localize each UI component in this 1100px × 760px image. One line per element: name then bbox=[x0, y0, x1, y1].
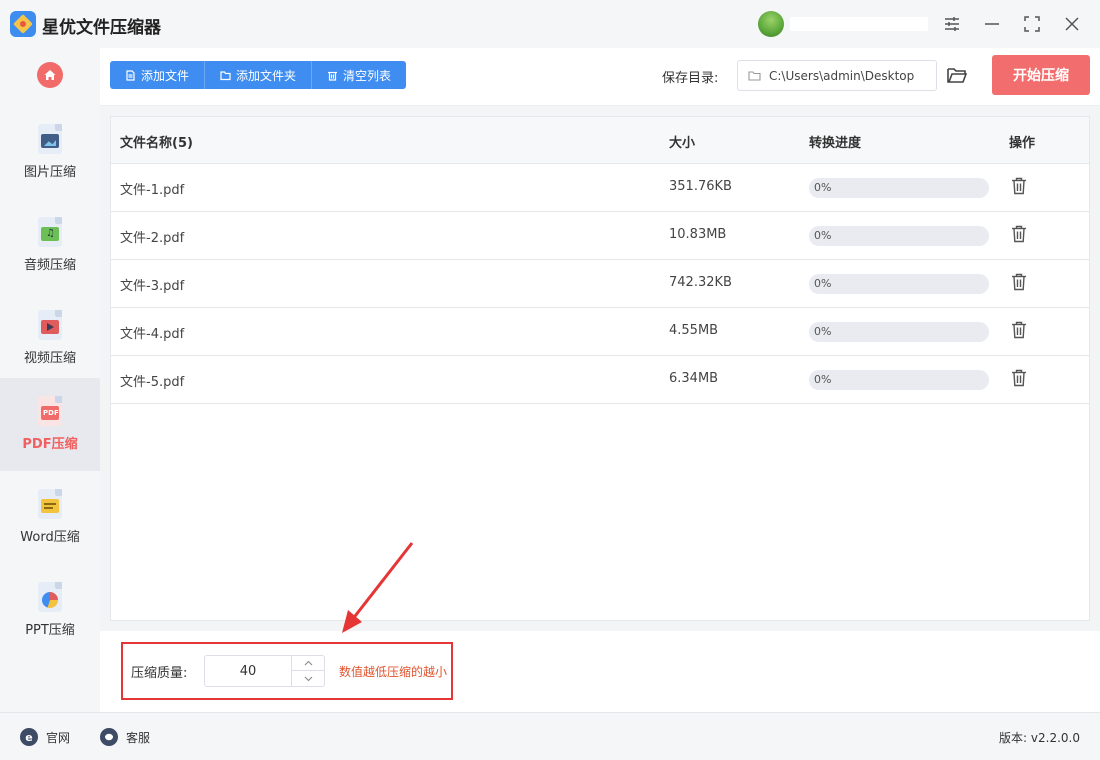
delete-icon[interactable] bbox=[1009, 176, 1029, 196]
user-avatar[interactable] bbox=[758, 11, 784, 37]
table-row[interactable]: 文件-5.pdf 6.34MB 0% bbox=[111, 356, 1089, 404]
table-row[interactable]: 文件-2.pdf 10.83MB 0% bbox=[111, 212, 1089, 260]
settings-icon[interactable] bbox=[940, 12, 964, 36]
title-bar: 星优文件压缩器 bbox=[0, 0, 1100, 48]
header-action: 操作 bbox=[1009, 136, 1036, 151]
file-name: 文件-4.pdf bbox=[120, 327, 185, 342]
annotation-arrow-icon bbox=[342, 542, 414, 633]
folder-icon bbox=[220, 70, 231, 80]
delete-icon[interactable] bbox=[1009, 272, 1029, 292]
minimize-icon[interactable] bbox=[980, 12, 1004, 36]
progress-bar: 0% bbox=[809, 178, 989, 198]
sidebar: 图片压缩 ♫ 音频压缩 视频压缩 PDF PDF压缩 Word压缩 PPT压缩 bbox=[0, 48, 100, 712]
table-row[interactable]: 文件-3.pdf 742.32KB 0% bbox=[111, 260, 1089, 308]
word-file-icon bbox=[36, 489, 64, 519]
file-size: 6.34MB bbox=[669, 371, 719, 386]
table-header: 文件名称(5) 大小 转换进度 操作 bbox=[111, 117, 1089, 164]
table-row[interactable]: 文件-4.pdf 4.55MB 0% bbox=[111, 308, 1089, 356]
website-link[interactable]: e 官网 bbox=[20, 728, 70, 746]
progress-text: 0% bbox=[814, 181, 832, 194]
delete-icon[interactable] bbox=[1009, 368, 1029, 388]
add-folder-button[interactable]: 添加文件夹 bbox=[205, 61, 313, 89]
progress-text: 0% bbox=[814, 373, 832, 386]
sidebar-item-audio[interactable]: ♫ 音频压缩 bbox=[0, 199, 100, 292]
progress-bar: 0% bbox=[809, 322, 989, 342]
audio-file-icon: ♫ bbox=[36, 217, 64, 247]
header-name: 文件名称(5) bbox=[120, 136, 193, 151]
sidebar-item-ppt[interactable]: PPT压缩 bbox=[0, 564, 100, 657]
file-size: 4.55MB bbox=[669, 323, 719, 338]
clear-list-button[interactable]: 清空列表 bbox=[312, 61, 406, 89]
folder-outline-icon bbox=[748, 71, 761, 81]
chevron-up-icon bbox=[304, 660, 313, 666]
delete-icon[interactable] bbox=[1009, 320, 1029, 340]
start-compress-button[interactable]: 开始压缩 bbox=[992, 55, 1090, 95]
quality-hint: 数值越低压缩的越小 bbox=[339, 665, 448, 679]
progress-bar: 0% bbox=[809, 226, 989, 246]
support-link[interactable]: 客服 bbox=[100, 728, 150, 746]
quality-label: 压缩质量: bbox=[131, 666, 188, 681]
file-name: 文件-2.pdf bbox=[120, 231, 185, 246]
header-progress: 转换进度 bbox=[809, 136, 862, 151]
progress-text: 0% bbox=[814, 277, 832, 290]
chevron-down-icon bbox=[304, 676, 313, 681]
table-row[interactable]: 文件-1.pdf 351.76KB 0% bbox=[111, 164, 1089, 212]
sidebar-item-image[interactable]: 图片压缩 bbox=[0, 106, 100, 199]
file-table: 文件名称(5) 大小 转换进度 操作 文件-1.pdf 351.76KB 0% 文件-… bbox=[110, 116, 1090, 621]
quality-stepper[interactable]: 40 bbox=[204, 655, 325, 687]
add-file-button[interactable]: 添加文件 bbox=[110, 61, 206, 89]
open-folder-icon[interactable] bbox=[946, 65, 968, 85]
sidebar-item-video[interactable]: 视频压缩 bbox=[0, 292, 100, 385]
ppt-file-icon bbox=[36, 582, 64, 612]
toolbar: 添加文件 添加文件夹 清空列表 保存目录: C:\Users\admin\Des… bbox=[100, 48, 1100, 106]
quality-value[interactable]: 40 bbox=[205, 656, 291, 686]
file-button-group: 添加文件 添加文件夹 清空列表 bbox=[110, 61, 407, 89]
chat-bubble-icon bbox=[100, 728, 118, 746]
home-icon[interactable] bbox=[37, 62, 63, 88]
progress-text: 0% bbox=[814, 229, 832, 242]
sidebar-item-word[interactable]: Word压缩 bbox=[0, 471, 100, 564]
image-file-icon bbox=[36, 124, 64, 154]
progress-bar: 0% bbox=[809, 274, 989, 294]
ie-icon: e bbox=[20, 728, 38, 746]
maximize-icon[interactable] bbox=[1020, 12, 1044, 36]
file-size: 742.32KB bbox=[669, 275, 732, 290]
delete-icon[interactable] bbox=[1009, 224, 1029, 244]
video-file-icon bbox=[36, 310, 64, 340]
file-name: 文件-1.pdf bbox=[120, 183, 185, 198]
file-name: 文件-5.pdf bbox=[120, 375, 185, 390]
sidebar-item-pdf[interactable]: PDF PDF压缩 bbox=[0, 378, 100, 471]
file-name: 文件-3.pdf bbox=[120, 279, 185, 294]
app-logo-icon bbox=[10, 11, 36, 37]
step-down-button[interactable] bbox=[292, 671, 325, 686]
progress-bar: 0% bbox=[809, 370, 989, 390]
header-size: 大小 bbox=[669, 136, 696, 151]
app-title: 星优文件压缩器 bbox=[42, 18, 161, 38]
step-up-button[interactable] bbox=[292, 656, 325, 671]
file-size: 10.83MB bbox=[669, 227, 727, 242]
file-icon bbox=[126, 69, 135, 81]
pdf-file-icon: PDF bbox=[36, 396, 64, 426]
close-icon[interactable] bbox=[1060, 12, 1084, 36]
save-dir-input[interactable]: C:\Users\admin\Desktop bbox=[737, 60, 937, 91]
status-bar: e 官网 客服 版本: v2.2.0.0 bbox=[0, 712, 1100, 760]
progress-text: 0% bbox=[814, 325, 832, 338]
save-dir-label: 保存目录: bbox=[662, 71, 719, 86]
user-name-redacted bbox=[790, 17, 928, 31]
trash-icon bbox=[328, 71, 338, 81]
file-size: 351.76KB bbox=[669, 179, 732, 194]
version-label: 版本: v2.2.0.0 bbox=[999, 731, 1080, 745]
